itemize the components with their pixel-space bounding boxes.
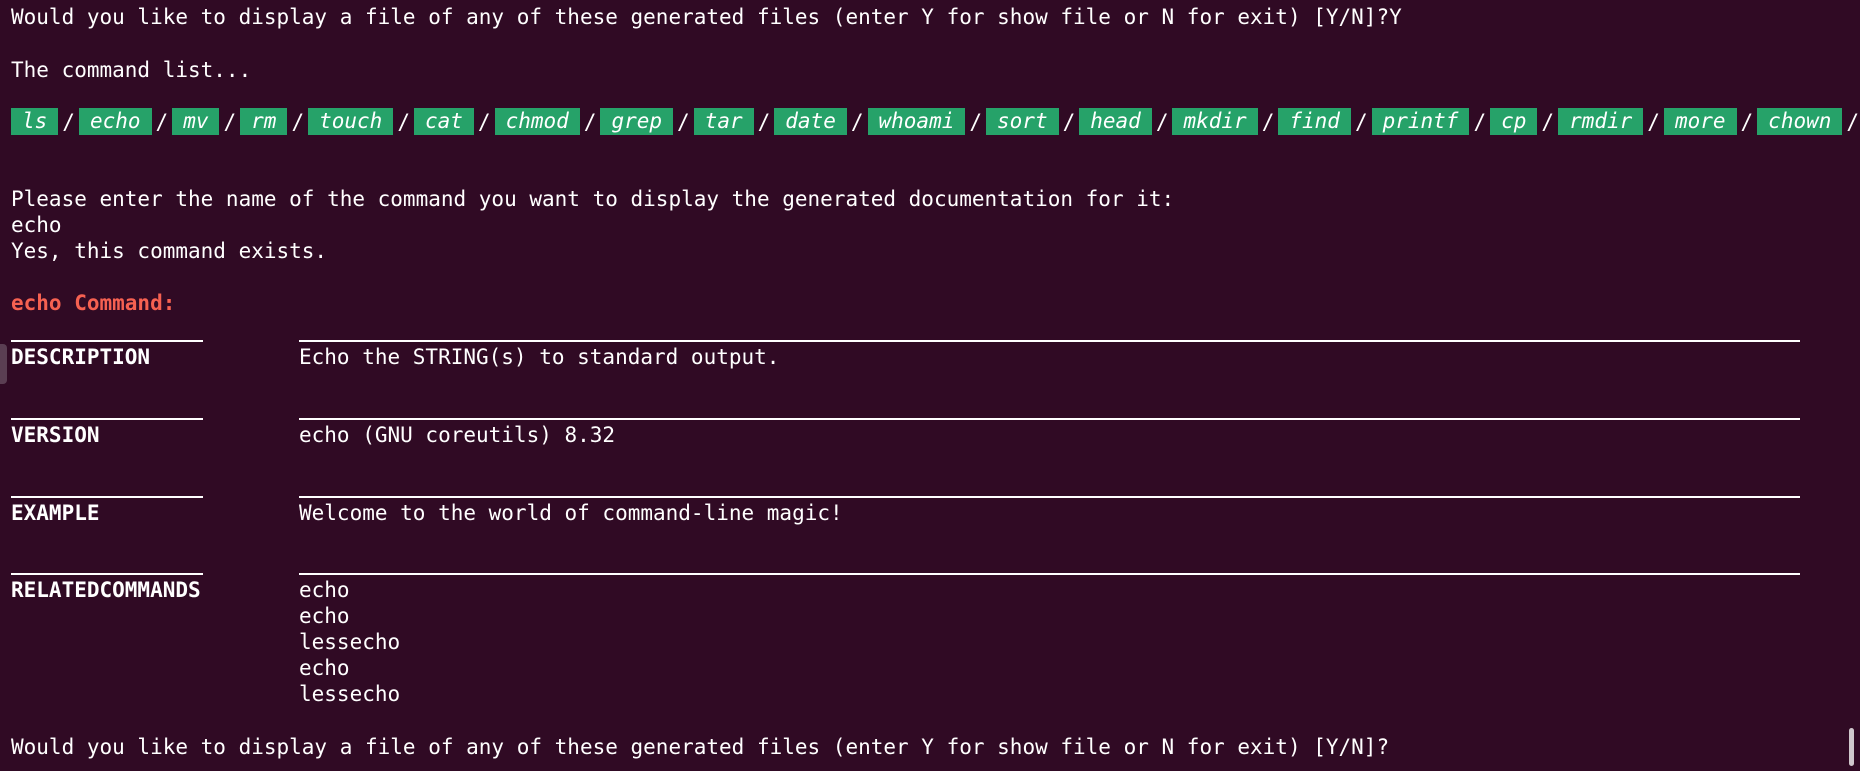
command-separator: / <box>1473 109 1487 134</box>
doc-heading: echo Command: <box>11 291 176 315</box>
related-command-item: echo <box>299 578 350 602</box>
command-separator: / <box>850 109 864 134</box>
enter-command-prompt: Please enter the name of the command you… <box>11 187 1175 211</box>
rule-value-description <box>299 340 1800 342</box>
rule-value-related <box>299 573 1800 575</box>
related-commands-list: echo echo lessecho echo lessecho <box>299 577 400 707</box>
terminal-window[interactable]: Would you like to display a file of any … <box>0 0 1860 771</box>
command-separator: / <box>397 109 410 134</box>
exists-message: Yes, this command exists. <box>11 239 328 263</box>
command-chip-echo: echo <box>78 108 152 135</box>
related-command-item: lessecho <box>299 630 401 654</box>
command-chip-mkdir: mkdir <box>1172 108 1258 135</box>
command-chip-rmdir: rmdir <box>1558 108 1644 135</box>
command-separator: / <box>1740 109 1754 134</box>
command-chip-cp: cp <box>1490 108 1538 135</box>
command-separator: / <box>1541 109 1555 134</box>
command-separator: / <box>1647 109 1660 134</box>
command-chip-tar: tar <box>693 108 754 135</box>
related-command-item: echo <box>299 656 350 680</box>
rule-label-related <box>11 573 203 575</box>
command-separator: / <box>223 109 237 134</box>
command-chip-date: date <box>774 108 847 135</box>
command-separator: / <box>757 109 771 134</box>
command-separator: / <box>1155 109 1169 134</box>
rule-label-description <box>11 340 203 342</box>
description-value: Echo the STRING(s) to standard output. <box>299 345 780 369</box>
command-separator: / <box>62 109 75 134</box>
related-command-item: lessecho <box>299 682 401 706</box>
command-chip-sort: sort <box>986 108 1059 135</box>
command-chip-chown: chown <box>1757 108 1843 135</box>
command-chip-chmod: chmod <box>494 108 580 135</box>
related-commands-label: RELATEDCOMMANDS <box>11 578 201 602</box>
command-separator: / <box>1354 109 1368 134</box>
command-chip-ls: ls <box>11 108 59 135</box>
entered-command: echo <box>11 213 62 237</box>
rule-label-example <box>11 496 203 498</box>
command-separator: / <box>1846 109 1860 134</box>
command-chip-head: head <box>1079 108 1152 135</box>
description-label: DESCRIPTION <box>11 345 151 369</box>
version-label: VERSION <box>11 423 100 447</box>
command-chip-cat: cat <box>413 108 474 135</box>
command-separator: / <box>583 109 597 134</box>
scrollbar-thumb[interactable] <box>1849 728 1854 766</box>
command-separator: / <box>969 109 983 134</box>
side-handle[interactable] <box>0 344 7 384</box>
related-command-item: echo <box>299 604 350 628</box>
command-chip-grep: grep <box>600 108 674 135</box>
command-separator: / <box>677 109 690 134</box>
command-separator: / <box>1261 109 1275 134</box>
command-chip-whoami: whoami <box>867 108 966 135</box>
command-chip-rm: rm <box>240 108 288 135</box>
command-list: ls / echo / mv / rm / touch / cat / chmod / grep / tar / d… <box>11 108 1860 135</box>
command-separator: / <box>477 109 491 134</box>
command-chip-mv: mv <box>172 108 220 135</box>
command-list-title: The command list... <box>11 58 252 82</box>
command-chip-printf: printf <box>1371 108 1470 135</box>
command-chip-find: find <box>1278 108 1351 135</box>
command-separator: / <box>1062 109 1076 134</box>
command-separator: / <box>291 109 305 134</box>
prompt-line-last: Would you like to display a file of any … <box>11 735 1390 759</box>
command-separator: / <box>155 109 169 134</box>
command-chip-more: more <box>1663 108 1737 135</box>
rule-label-version <box>11 418 203 420</box>
command-chip-touch: touch <box>308 108 394 135</box>
rule-value-version <box>299 418 1800 420</box>
rule-value-example <box>299 496 1800 498</box>
prompt-line-first: Would you like to display a file of any … <box>11 5 1402 29</box>
example-value: Welcome to the world of command-line mag… <box>299 501 843 525</box>
example-label: EXAMPLE <box>11 501 100 525</box>
version-value: echo (GNU coreutils) 8.32 <box>299 423 616 447</box>
